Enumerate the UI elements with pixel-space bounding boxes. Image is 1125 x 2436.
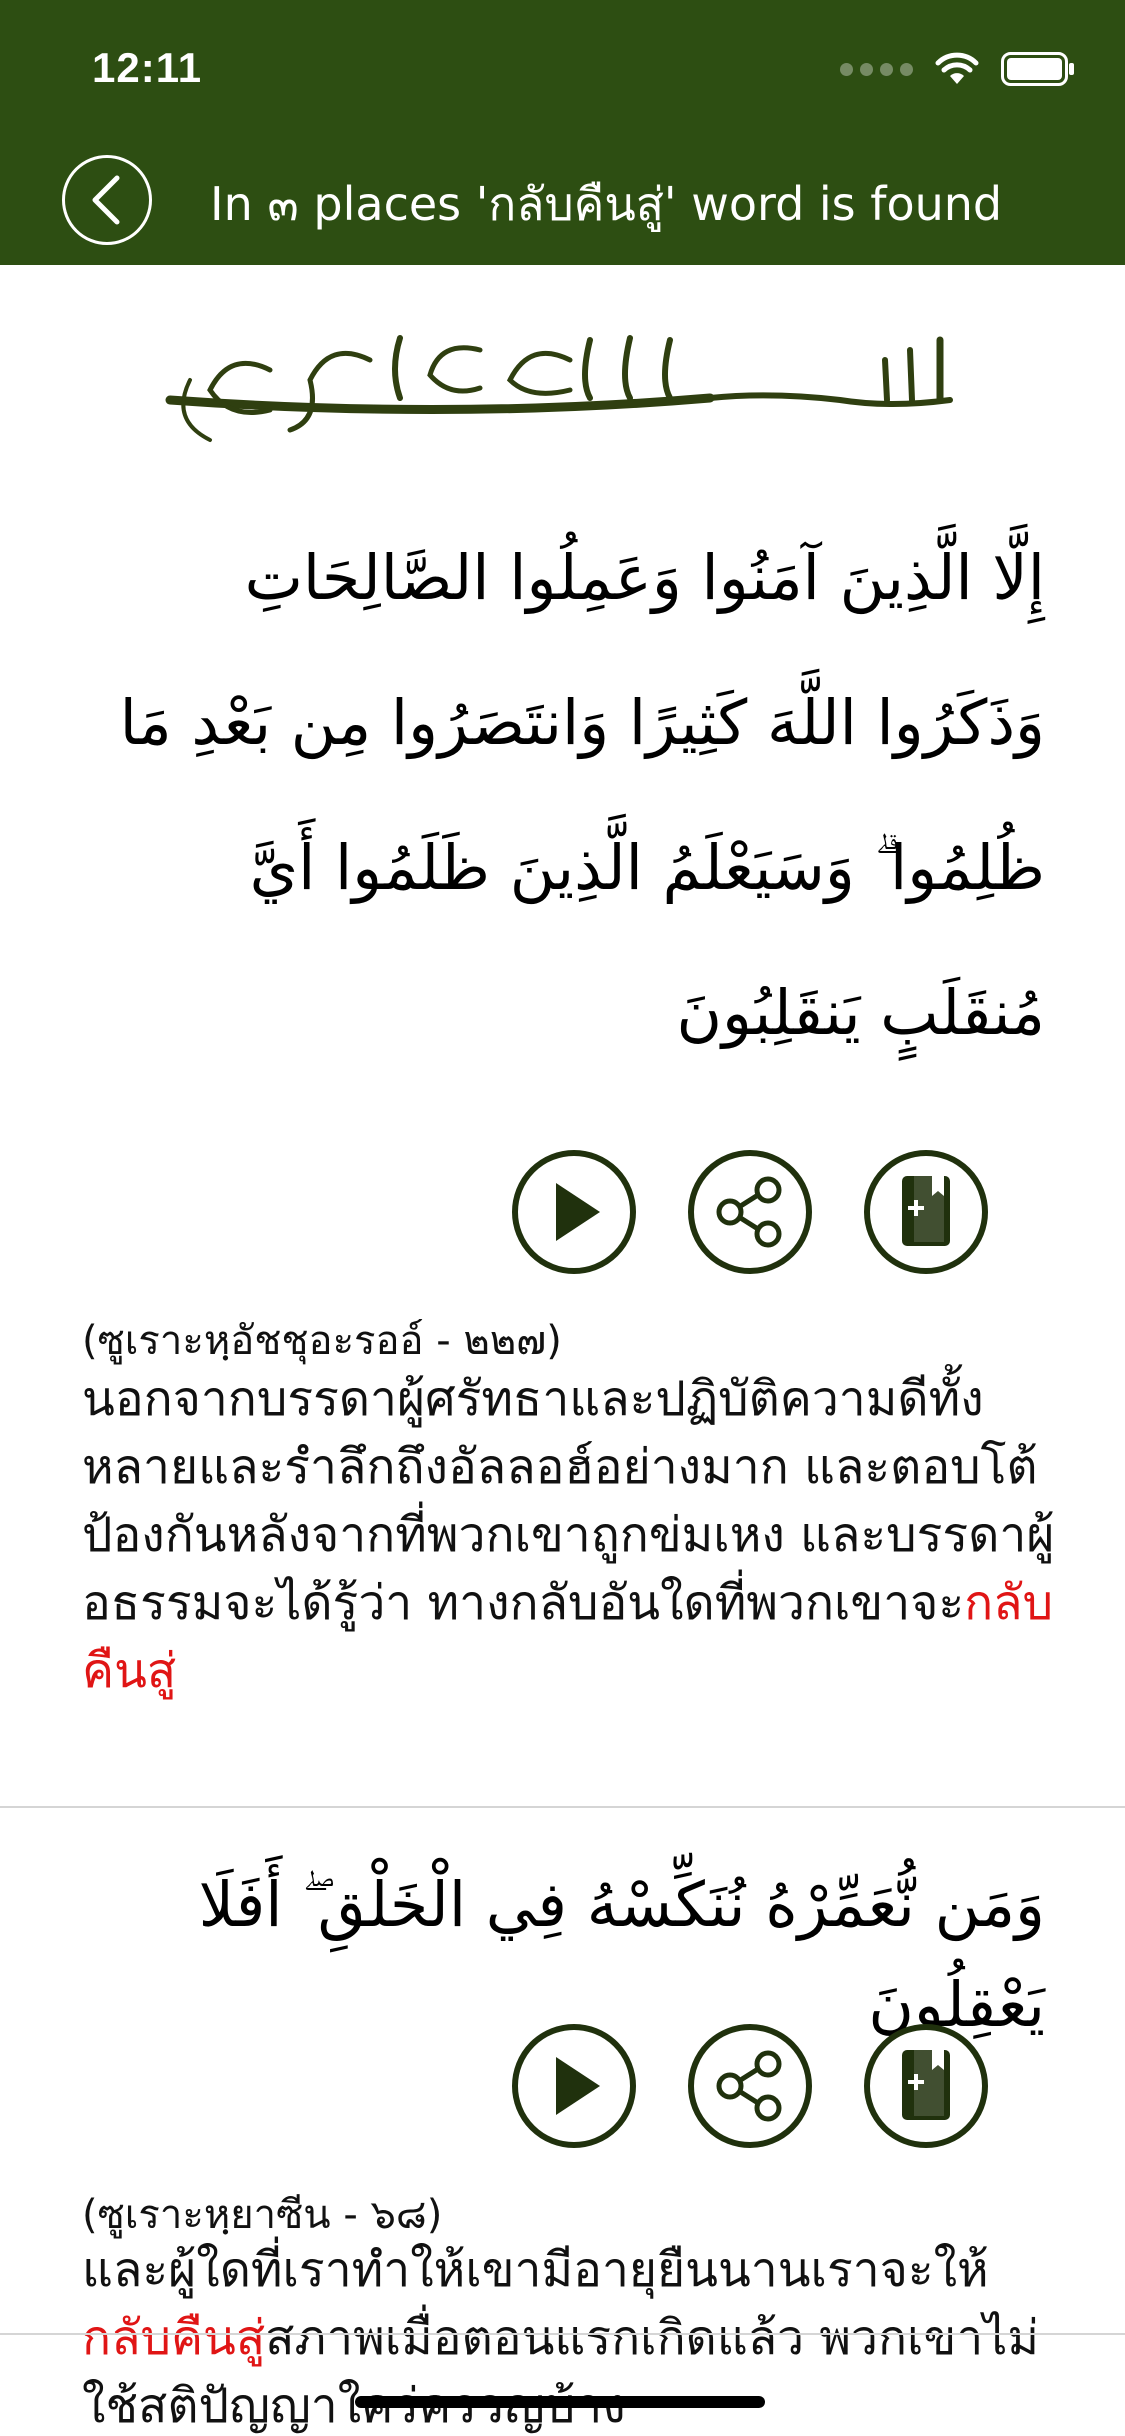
back-button[interactable] <box>62 155 152 245</box>
navigation-header: 12:11 In ๓ places 'กลับคืนสู่' word is f… <box>0 0 1125 265</box>
home-indicator[interactable] <box>355 2396 765 2408</box>
battery-icon <box>1001 52 1074 86</box>
cellular-signal-icon <box>840 62 913 76</box>
bookmark-button[interactable] <box>864 1150 988 1274</box>
play-button[interactable] <box>512 2024 636 2148</box>
bookmark-button[interactable] <box>864 2024 988 2148</box>
play-icon <box>556 2057 600 2115</box>
share-icon <box>716 1176 782 1248</box>
share-button[interactable] <box>688 2024 812 2148</box>
share-icon <box>716 2050 782 2122</box>
add-bookmark-book-icon <box>902 1176 950 1246</box>
wifi-icon <box>935 52 979 84</box>
result-divider <box>0 1806 1125 1808</box>
page-title: In ๓ places 'กลับคืนสู่' word is found <box>210 177 1003 231</box>
search-match-highlight: กลับคืนสู่ <box>82 2310 266 2366</box>
share-button[interactable] <box>688 1150 812 1274</box>
verse-actions <box>512 2024 988 2148</box>
verse-reference: (ซูเราะหฺอัชชุอะรออ์ - ๒๒๗) <box>82 1318 562 1364</box>
add-bookmark-book-icon <box>902 2050 950 2120</box>
translation-text: นอกจากบรรดาผู้ศรัทธาและปฏิบัติความดีทั้ง… <box>82 1371 1055 1631</box>
translation-text: และผู้ใดที่เราทำให้เขามีอายุยืนนานเราจะใ… <box>82 2242 989 2298</box>
basmala-calligraphy <box>165 335 953 442</box>
status-time: 12:11 <box>92 44 203 91</box>
play-button[interactable] <box>512 1150 636 1274</box>
status-indicators <box>840 52 1075 86</box>
verse-actions <box>512 1150 988 1274</box>
verse-arabic: إِلَّا الَّذِينَ آمَنُوا وَعَمِلُوا الصَ… <box>119 541 1045 1049</box>
chevron-left-icon <box>92 175 120 225</box>
verse-translation: นอกจากบรรดาผู้ศรัทธาและปฏิบัติความดีทั้ง… <box>82 1365 1062 1705</box>
tab-bar-divider <box>0 2333 1125 2335</box>
play-icon <box>556 1183 600 1241</box>
